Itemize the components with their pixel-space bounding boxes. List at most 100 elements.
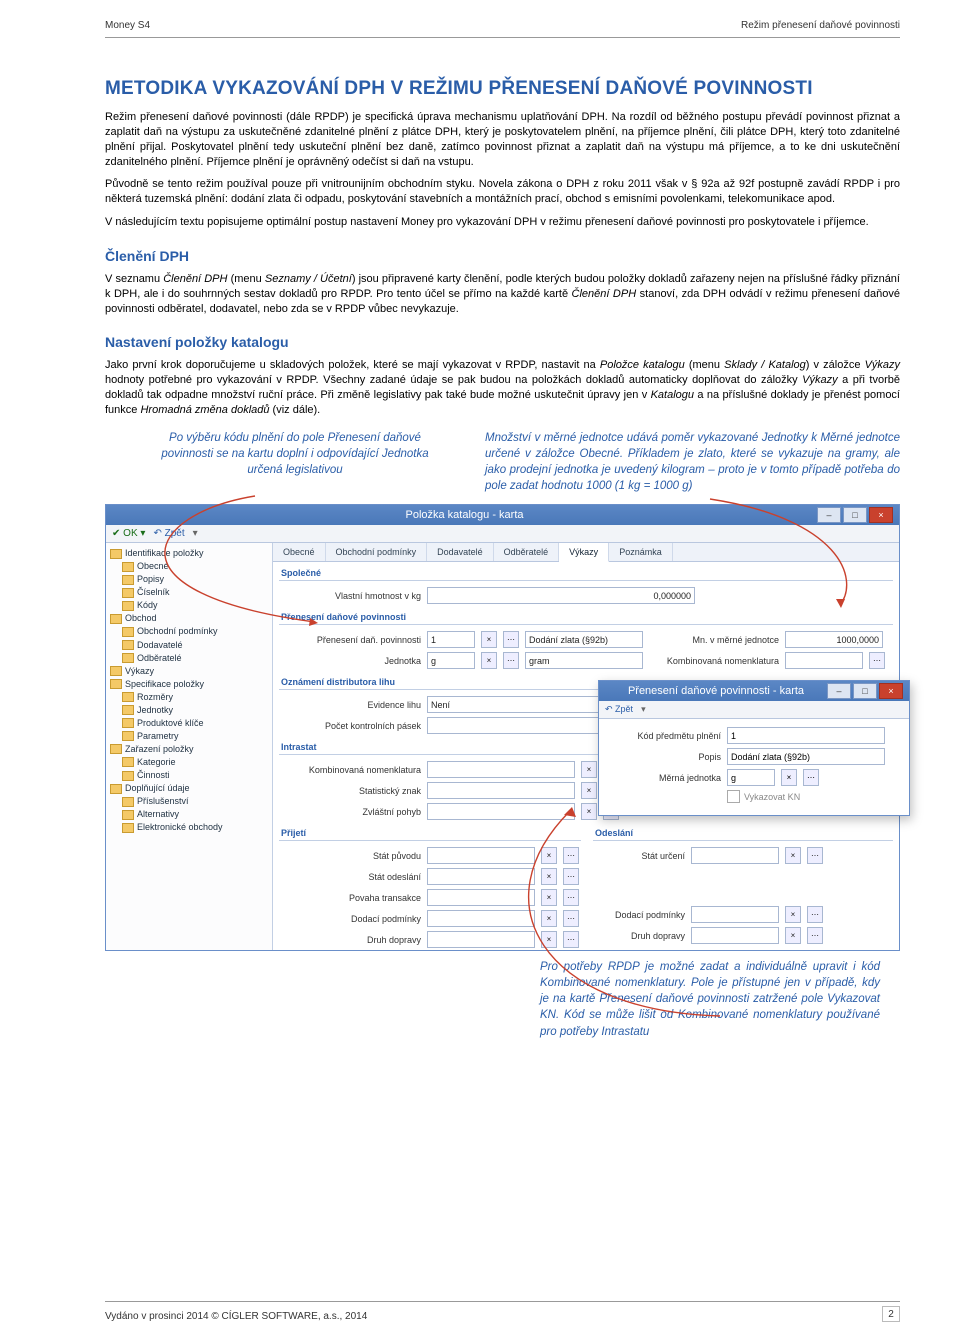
- tree-item[interactable]: Rozměry: [110, 691, 270, 704]
- folder-icon: [122, 627, 134, 637]
- tree-item[interactable]: Produktové klíče: [110, 717, 270, 730]
- tab-obecn-[interactable]: Obecné: [273, 543, 326, 561]
- main-heading: METODIKA VYKAZOVÁNÍ DPH V REŽIMU PŘENESE…: [105, 78, 900, 100]
- clear-icon[interactable]: ×: [581, 782, 597, 799]
- header-left: Money S4: [105, 20, 150, 31]
- header-right: Režim přenesení daňové povinnosti: [741, 20, 900, 31]
- toolbar-dropdown-icon[interactable]: ▾: [193, 528, 198, 539]
- close-button[interactable]: ×: [879, 683, 903, 699]
- folder-icon: [122, 653, 134, 663]
- field-pocet-pasek[interactable]: 1: [427, 717, 615, 734]
- field-mn[interactable]: 1000,0000: [785, 631, 883, 648]
- tree-item[interactable]: Alternativy: [110, 808, 270, 821]
- tree-item[interactable]: Obchod: [110, 612, 270, 625]
- callout-right: Množství v měrné jednotce udává poměr vy…: [485, 430, 900, 494]
- tree-item[interactable]: Identifikace položky: [110, 547, 270, 560]
- window-title: Položka katalogu - karta: [112, 509, 817, 521]
- tab-v-kazy[interactable]: Výkazy: [559, 543, 609, 562]
- clear-icon[interactable]: ×: [581, 761, 597, 778]
- folder-icon: [122, 718, 134, 728]
- folder-icon: [110, 666, 122, 676]
- minimize-button[interactable]: –: [827, 683, 851, 699]
- label-mn: Mn. v měrné jednotce: [649, 635, 779, 645]
- tree-item[interactable]: Doplňující údaje: [110, 782, 270, 795]
- close-button[interactable]: ×: [869, 507, 893, 523]
- tree-item[interactable]: Zařazení položky: [110, 743, 270, 756]
- label-zvl-pohyb: Zvláštní pohyb: [281, 807, 421, 817]
- heading-cleneni-dph: Členění DPH: [105, 248, 900, 264]
- toolbar-ok-button[interactable]: ✔ OK ▾: [112, 528, 145, 539]
- field-jednotka-code[interactable]: g: [427, 652, 475, 669]
- minimize-button[interactable]: –: [817, 507, 841, 523]
- field-stat-puvodu[interactable]: [427, 847, 535, 864]
- checkbox-vykazovat-kn[interactable]: Vykazovat KN: [727, 790, 800, 803]
- tree-item[interactable]: Jednotky: [110, 704, 270, 717]
- tab-obchodn-podm-nky[interactable]: Obchodní podmínky: [326, 543, 428, 561]
- field-hmotnost[interactable]: 0,000000: [427, 587, 695, 604]
- field-evidence-lihu[interactable]: Není: [427, 696, 615, 713]
- section-pdp: Přenesení daňové povinnosti: [273, 606, 899, 624]
- field-komb-nom2[interactable]: [427, 761, 575, 778]
- paragraph-3: V následujícím textu popisujeme optimáln…: [105, 215, 900, 230]
- header-rule: [105, 37, 900, 38]
- folder-icon: [122, 731, 134, 741]
- field-zvl-pohyb[interactable]: [427, 803, 575, 820]
- tree-item[interactable]: Činnosti: [110, 769, 270, 782]
- tree-item[interactable]: Kódy: [110, 599, 270, 612]
- tree-item[interactable]: Obchodní podmínky: [110, 625, 270, 638]
- folder-icon: [122, 562, 134, 572]
- toolbar-back-button[interactable]: ↶ Zpět: [153, 528, 184, 539]
- tab-pozn-mka[interactable]: Poznámka: [609, 543, 673, 561]
- field-povaha[interactable]: [427, 889, 535, 906]
- tree-item[interactable]: Výkazy: [110, 665, 270, 678]
- label-hmotnost: Vlastní hmotnost v kg: [281, 591, 421, 601]
- tree-item[interactable]: Číselník: [110, 586, 270, 599]
- dialog-titlebar[interactable]: Přenesení daňové povinnosti - karta – □ …: [599, 681, 909, 701]
- folder-icon: [110, 679, 122, 689]
- field-dodaci[interactable]: [427, 910, 535, 927]
- clear-icon[interactable]: ×: [481, 631, 497, 648]
- lookup-icon[interactable]: ⋯: [503, 631, 519, 648]
- field-pdp-desc: Dodání zlata (§92b): [525, 631, 643, 648]
- tab-dodavatel-[interactable]: Dodavatelé: [427, 543, 494, 561]
- folder-icon: [122, 705, 134, 715]
- tree-item[interactable]: Příslušenství: [110, 795, 270, 808]
- clear-icon[interactable]: ×: [481, 652, 497, 669]
- field-komb-nom[interactable]: [785, 652, 863, 669]
- paragraph-5: Jako první krok doporučujeme u skladovýc…: [105, 358, 900, 417]
- label-jednotka: Jednotka: [281, 656, 421, 666]
- tree-item[interactable]: Popisy: [110, 573, 270, 586]
- folder-icon: [122, 640, 134, 650]
- label-evidence-lihu: Evidence lihu: [281, 700, 421, 710]
- lookup-icon[interactable]: ⋯: [869, 652, 885, 669]
- clear-icon[interactable]: ×: [581, 803, 597, 820]
- field-merna-jednotka[interactable]: g: [727, 769, 775, 786]
- tree-item[interactable]: Parametry: [110, 730, 270, 743]
- field-druh-dopravy[interactable]: [427, 931, 535, 948]
- window-titlebar[interactable]: Položka katalogu - karta – □ ×: [106, 505, 899, 525]
- navigation-tree[interactable]: Identifikace položkyObecnéPopisyČíselník…: [106, 543, 273, 950]
- field-stat-odeslani[interactable]: [427, 868, 535, 885]
- page-header: Money S4 Režim přenesení daňové povinnos…: [105, 20, 900, 31]
- field-pdp-code[interactable]: 1: [427, 631, 475, 648]
- tree-item[interactable]: Kategorie: [110, 756, 270, 769]
- tree-item[interactable]: Odběratelé: [110, 652, 270, 665]
- label-stat-znak: Statistický znak: [281, 786, 421, 796]
- folder-icon: [122, 810, 134, 820]
- tree-item[interactable]: Specifikace položky: [110, 678, 270, 691]
- field-kod-predmetu[interactable]: 1: [727, 727, 885, 744]
- lookup-icon[interactable]: ⋯: [503, 652, 519, 669]
- field-popis[interactable]: Dodání zlata (§92b): [727, 748, 885, 765]
- tree-item[interactable]: Dodavatelé: [110, 639, 270, 652]
- tree-item[interactable]: Obecné: [110, 560, 270, 573]
- paragraph-2: Původně se tento režim používal pouze př…: [105, 177, 900, 207]
- maximize-button[interactable]: □: [853, 683, 877, 699]
- dialog-back-button[interactable]: ↶ Zpět: [605, 704, 633, 715]
- folder-icon: [122, 692, 134, 702]
- tree-item[interactable]: Elektronické obchody: [110, 821, 270, 834]
- window-toolbar: ✔ OK ▾ ↶ Zpět ▾: [106, 525, 899, 543]
- tab-odb-ratel-[interactable]: Odběratelé: [494, 543, 560, 561]
- folder-icon: [122, 601, 134, 611]
- field-stat-znak[interactable]: [427, 782, 575, 799]
- maximize-button[interactable]: □: [843, 507, 867, 523]
